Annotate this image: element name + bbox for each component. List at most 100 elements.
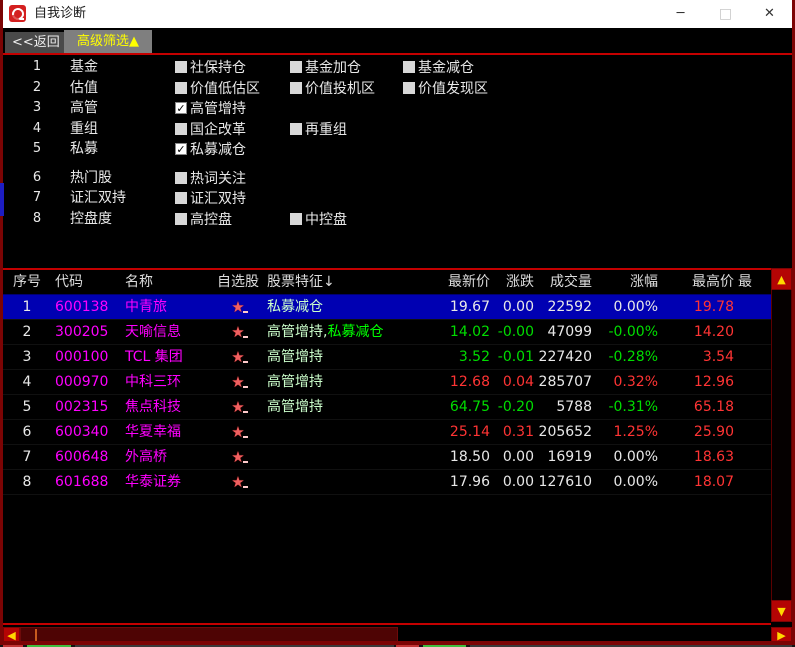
filter-option-label: 基金减仓 <box>418 57 474 77</box>
stock-row-000100[interactable]: 3000100TCL 集团★高管增持3.52-0.01227420-0.28%3… <box>3 345 771 370</box>
stock-row-600138[interactable]: 1600138中青旅★私募减仓19.670.00225920.00%19.78 <box>3 295 771 320</box>
checkbox-icon[interactable]: ✓ <box>175 102 187 114</box>
stock-code: 002315 <box>51 395 123 420</box>
checkbox-icon[interactable] <box>403 82 415 94</box>
favorite-cell: ★ <box>216 320 260 345</box>
checkbox-icon[interactable] <box>175 123 187 135</box>
checkbox-icon[interactable] <box>175 213 187 225</box>
filter-row-2: 2估值价值低估区价值投机区价值发现区 <box>3 78 792 99</box>
favorite-star-icon[interactable]: ★ <box>231 448 244 466</box>
checkbox-icon[interactable] <box>403 61 415 73</box>
minimize-button[interactable]: ─ <box>658 0 703 28</box>
table-header-row: 序号代码名称自选股股票特征↓最新价涨跌成交量涨幅最高价最 <box>3 270 771 295</box>
column-header[interactable]: 最 <box>734 270 764 295</box>
filter-option[interactable]: 再重组 <box>290 119 347 139</box>
column-header[interactable]: 最高价 <box>658 270 734 295</box>
favorite-star-icon[interactable]: ★ <box>231 298 244 316</box>
scrollbar-up-button[interactable]: ▲ <box>771 268 792 290</box>
favorite-cell: ★ <box>216 345 260 370</box>
filter-option[interactable]: 基金减仓 <box>403 57 474 77</box>
change: 0.00 <box>490 295 534 320</box>
checkbox-icon[interactable] <box>290 123 302 135</box>
background-window-peek <box>0 183 4 216</box>
checkbox-icon[interactable] <box>175 192 187 204</box>
maximize-button[interactable]: □ <box>703 0 748 28</box>
filter-option[interactable]: ✓私募减仓 <box>175 139 246 159</box>
checkbox-icon[interactable] <box>175 172 187 184</box>
stock-table: 序号代码名称自选股股票特征↓最新价涨跌成交量涨幅最高价最1600138中青旅★私… <box>3 270 771 495</box>
stock-name: 中科三环 <box>123 370 216 395</box>
latest-price: 14.02 <box>432 320 490 345</box>
filter-option[interactable]: 高控盘 <box>175 209 232 229</box>
favorite-star-icon[interactable]: ★ <box>231 473 244 491</box>
favorite-star-icon[interactable]: ★ <box>231 323 244 341</box>
stock-features: 高管增持 <box>260 370 432 395</box>
filter-option[interactable]: 证汇双持 <box>175 188 246 208</box>
high-price: 25.90 <box>658 420 734 445</box>
vertical-scrollbar-track[interactable] <box>771 290 792 600</box>
stock-features <box>260 420 432 445</box>
filter-option[interactable]: 价值发现区 <box>403 78 488 98</box>
feature-tag: 高管增持 <box>267 399 323 415</box>
checkbox-icon[interactable] <box>290 213 302 225</box>
filter-option[interactable]: 热词关注 <box>175 168 246 188</box>
stock-row-000970[interactable]: 4000970中科三环★高管增持12.680.042857070.32%12.9… <box>3 370 771 395</box>
feature-tag: 高管增持, <box>267 324 327 340</box>
favorite-star-icon[interactable]: ★ <box>231 398 244 416</box>
favorite-star-icon[interactable]: ★ <box>231 423 244 441</box>
filter-option[interactable]: 价值低估区 <box>175 78 260 98</box>
filter-option[interactable]: ✓高管增持 <box>175 98 246 118</box>
column-header[interactable]: 代码 <box>51 270 123 295</box>
filter-row-5: 5私募✓私募减仓 <box>3 139 792 160</box>
filter-option[interactable]: 中控盘 <box>290 209 347 229</box>
column-header[interactable]: 股票特征↓ <box>260 270 432 295</box>
checkbox-icon[interactable] <box>175 82 187 94</box>
checkbox-icon[interactable] <box>290 82 302 94</box>
stock-row-002315[interactable]: 5002315焦点科技★高管增持64.75-0.205788-0.31%65.1… <box>3 395 771 420</box>
column-header[interactable]: 最新价 <box>432 270 490 295</box>
change: 0.00 <box>490 470 534 495</box>
latest-price: 18.50 <box>432 445 490 470</box>
column-header[interactable]: 序号 <box>3 270 51 295</box>
back-button[interactable]: <<返回 <box>5 32 67 53</box>
filter-option[interactable]: 基金加仓 <box>290 57 361 77</box>
column-header[interactable]: 涨幅 <box>592 270 658 295</box>
filter-category-label: 私募 <box>70 139 98 159</box>
row-seq: 3 <box>3 345 51 370</box>
column-header[interactable]: 名称 <box>123 270 216 295</box>
filter-option[interactable]: 国企改革 <box>175 119 246 139</box>
checkbox-icon[interactable] <box>175 61 187 73</box>
column-header[interactable]: 自选股 <box>216 270 260 295</box>
stock-row-300205[interactable]: 2300205天喻信息★高管增持,私募减仓14.02-0.0047099-0.0… <box>3 320 771 345</box>
clipped-cell <box>734 420 764 445</box>
column-header[interactable]: 成交量 <box>534 270 592 295</box>
high-price: 65.18 <box>658 395 734 420</box>
stock-name: 中青旅 <box>123 295 216 320</box>
scrollbar-down-button[interactable]: ▼ <box>771 600 792 622</box>
filter-row-number: 8 <box>25 209 49 229</box>
filter-option[interactable]: 价值投机区 <box>290 78 375 98</box>
close-button[interactable]: ✕ <box>747 0 792 28</box>
stock-row-600340[interactable]: 6600340华夏幸福★25.140.312056521.25%25.90 <box>3 420 771 445</box>
filter-option[interactable]: 社保持仓 <box>175 57 246 77</box>
change-pct: 1.25% <box>592 420 658 445</box>
stock-row-600648[interactable]: 7600648外高桥★18.500.00169190.00%18.63 <box>3 445 771 470</box>
filter-option-label: 热词关注 <box>190 168 246 188</box>
filter-option-label: 国企改革 <box>190 119 246 139</box>
volume: 205652 <box>534 420 592 445</box>
latest-price: 3.52 <box>432 345 490 370</box>
stock-code: 300205 <box>51 320 123 345</box>
tab-advanced-filter[interactable]: 高级筛选▲ <box>64 30 152 53</box>
volume: 127610 <box>534 470 592 495</box>
stock-code: 000100 <box>51 345 123 370</box>
favorite-star-icon[interactable]: ★ <box>231 348 244 366</box>
app-logo-icon <box>9 5 26 22</box>
high-price: 18.63 <box>658 445 734 470</box>
column-header[interactable]: 涨跌 <box>490 270 534 295</box>
favorite-star-icon[interactable]: ★ <box>231 373 244 391</box>
stock-row-601688[interactable]: 8601688华泰证券★17.960.001276100.00%18.07 <box>3 470 771 495</box>
latest-price: 64.75 <box>432 395 490 420</box>
checkbox-icon[interactable] <box>290 61 302 73</box>
nav-bar: <<返回 高级筛选▲ <box>3 28 792 53</box>
checkbox-icon[interactable]: ✓ <box>175 143 187 155</box>
